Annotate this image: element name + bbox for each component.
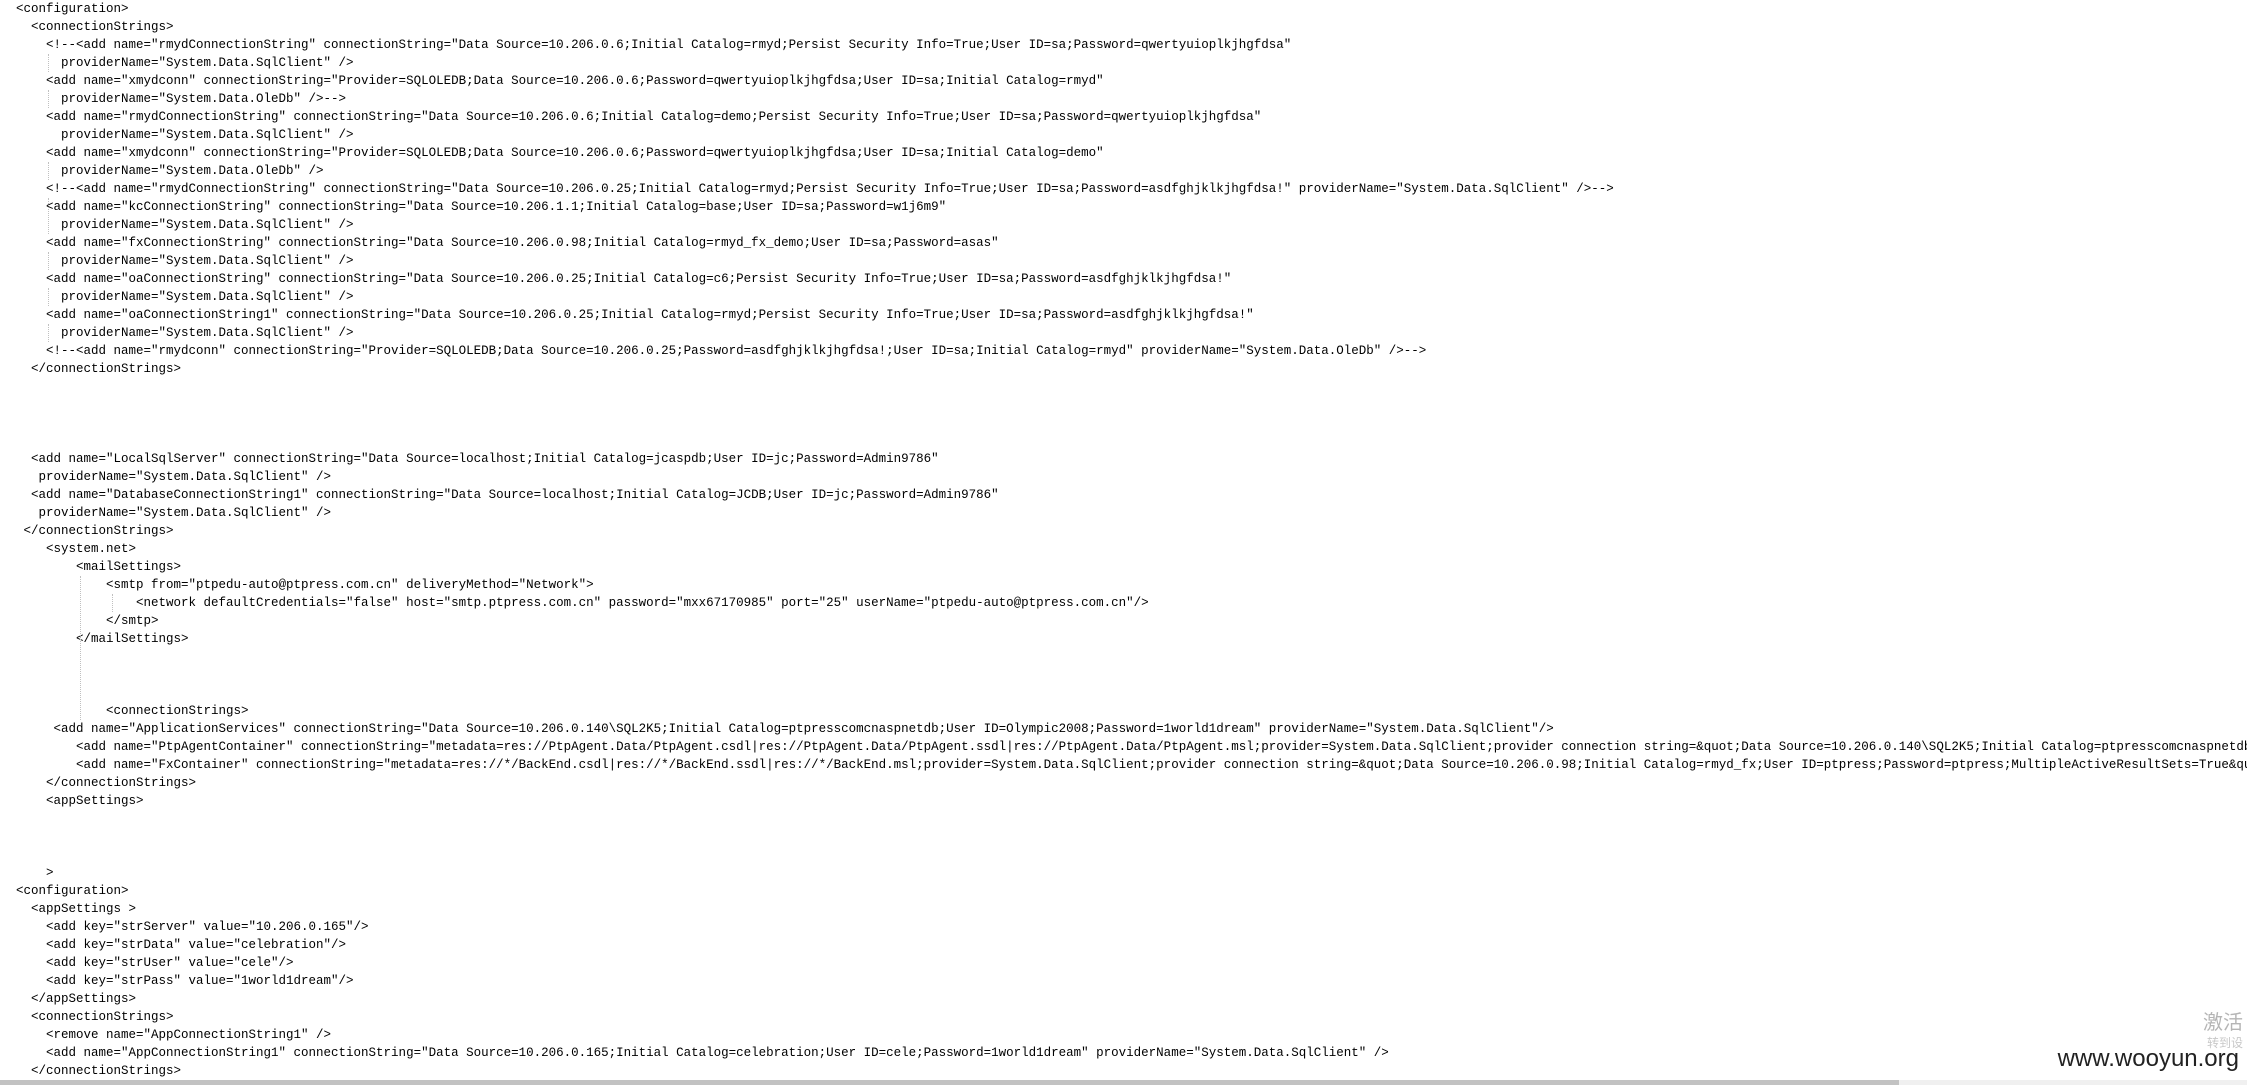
code-line[interactable]: </smtp> bbox=[16, 612, 2247, 630]
code-line[interactable]: </connectionStrings> bbox=[16, 522, 2247, 540]
code-line[interactable]: providerName="System.Data.SqlClient" /> bbox=[16, 126, 2247, 144]
code-line[interactable] bbox=[16, 648, 2247, 666]
code-line[interactable]: providerName="System.Data.OleDb" />--> bbox=[16, 90, 2247, 108]
code-line[interactable]: <add key="strServer" value="10.206.0.165… bbox=[16, 918, 2247, 936]
code-line[interactable]: providerName="System.Data.OleDb" /> bbox=[16, 162, 2247, 180]
windows-activation-watermark: 激活 bbox=[2203, 1010, 2243, 1034]
code-line[interactable]: providerName="System.Data.SqlClient" /> bbox=[16, 216, 2247, 234]
code-line[interactable]: <add name="LocalSqlServer" connectionStr… bbox=[16, 450, 2247, 468]
code-line[interactable]: <add name="rmydConnectionString" connect… bbox=[16, 108, 2247, 126]
code-line[interactable]: <network defaultCredentials="false" host… bbox=[16, 594, 2247, 612]
code-line[interactable]: <remove name="AppConnectionString1" /> bbox=[16, 1026, 2247, 1044]
code-line[interactable]: providerName="System.Data.SqlClient" /> bbox=[16, 468, 2247, 486]
indent-guide bbox=[48, 288, 49, 306]
code-line[interactable]: providerName="System.Data.SqlClient" /> bbox=[16, 504, 2247, 522]
code-line[interactable]: providerName="System.Data.SqlClient" /> bbox=[16, 54, 2247, 72]
code-line[interactable]: <add name="PtpAgentContainer" connection… bbox=[16, 738, 2247, 756]
code-line[interactable]: <mailSettings> bbox=[16, 558, 2247, 576]
code-line[interactable]: providerName="System.Data.SqlClient" /> bbox=[16, 252, 2247, 270]
indent-guide bbox=[48, 198, 49, 234]
code-line[interactable]: <appSettings> bbox=[16, 792, 2247, 810]
horizontal-scrollbar-thumb[interactable] bbox=[0, 1080, 1899, 1085]
code-line[interactable]: <system.net> bbox=[16, 540, 2247, 558]
code-line[interactable] bbox=[16, 684, 2247, 702]
code-line[interactable]: <add name="oaConnectionString1" connecti… bbox=[16, 306, 2247, 324]
code-line[interactable]: <!--<add name="rmydConnectionString" con… bbox=[16, 36, 2247, 54]
code-line[interactable]: </connectionStrings> bbox=[16, 1062, 2247, 1080]
code-line[interactable]: <add key="strPass" value="1world1dream"/… bbox=[16, 972, 2247, 990]
code-line[interactable]: <connectionStrings> bbox=[16, 1008, 2247, 1026]
code-line[interactable]: <add name="AppConnectionString1" connect… bbox=[16, 1044, 2247, 1062]
text-editor[interactable]: <configuration> <connectionStrings> <!--… bbox=[0, 0, 2247, 1085]
code-line[interactable]: <smtp from="ptpedu-auto@ptpress.com.cn" … bbox=[16, 576, 2247, 594]
code-line[interactable]: <add name="xmydconn" connectionString="P… bbox=[16, 144, 2247, 162]
code-line[interactable]: <add name="kcConnectionString" connectio… bbox=[16, 198, 2247, 216]
indent-guide bbox=[48, 324, 49, 342]
code-line[interactable] bbox=[16, 666, 2247, 684]
code-line[interactable] bbox=[16, 432, 2247, 450]
code-line[interactable]: <connectionStrings> bbox=[16, 702, 2247, 720]
site-watermark: www.wooyun.org bbox=[2057, 1045, 2239, 1072]
code-line[interactable]: <!--<add name="rmydconn" connectionStrin… bbox=[16, 342, 2247, 360]
code-line[interactable]: <configuration> bbox=[16, 0, 2247, 18]
code-line[interactable]: <connectionStrings> bbox=[16, 18, 2247, 36]
code-line[interactable] bbox=[16, 396, 2247, 414]
code-line[interactable]: <add name="DatabaseConnectionString1" co… bbox=[16, 486, 2247, 504]
code-line[interactable]: </mailSettings> bbox=[16, 630, 2247, 648]
code-line[interactable]: <add name="ApplicationServices" connecti… bbox=[16, 720, 2247, 738]
code-line[interactable]: <add name="FxContainer" connectionString… bbox=[16, 756, 2247, 774]
indent-guide bbox=[112, 594, 113, 612]
code-line[interactable] bbox=[16, 828, 2247, 846]
horizontal-scrollbar[interactable] bbox=[0, 1080, 2247, 1085]
code-line[interactable] bbox=[16, 414, 2247, 432]
indent-guide bbox=[48, 162, 49, 180]
code-line[interactable]: <add name="fxConnectionString" connectio… bbox=[16, 234, 2247, 252]
code-line[interactable]: providerName="System.Data.SqlClient" /> bbox=[16, 288, 2247, 306]
code-line[interactable] bbox=[16, 378, 2247, 396]
code-line[interactable]: <add name="oaConnectionString" connectio… bbox=[16, 270, 2247, 288]
code-line[interactable]: <add name="xmydconn" connectionString="P… bbox=[16, 72, 2247, 90]
code-line[interactable]: providerName="System.Data.SqlClient" /> bbox=[16, 324, 2247, 342]
code-line[interactable]: </connectionStrings> bbox=[16, 774, 2247, 792]
code-line[interactable]: <configuration> bbox=[16, 882, 2247, 900]
code-line[interactable]: > bbox=[16, 864, 2247, 882]
code-view[interactable]: <configuration> <connectionStrings> <!--… bbox=[16, 0, 2247, 1085]
indent-guide bbox=[48, 90, 49, 108]
code-line[interactable]: <!--<add name="rmydConnectionString" con… bbox=[16, 180, 2247, 198]
indent-guide bbox=[48, 252, 49, 270]
code-line[interactable]: <add key="strUser" value="cele"/> bbox=[16, 954, 2247, 972]
code-line[interactable] bbox=[16, 810, 2247, 828]
code-line[interactable] bbox=[16, 846, 2247, 864]
code-line[interactable]: <appSettings > bbox=[16, 900, 2247, 918]
indent-guide bbox=[48, 54, 49, 72]
code-line[interactable]: <add key="strData" value="celebration"/> bbox=[16, 936, 2247, 954]
code-line[interactable]: </connectionStrings> bbox=[16, 360, 2247, 378]
indent-guide bbox=[80, 576, 81, 720]
code-line[interactable]: </appSettings> bbox=[16, 990, 2247, 1008]
